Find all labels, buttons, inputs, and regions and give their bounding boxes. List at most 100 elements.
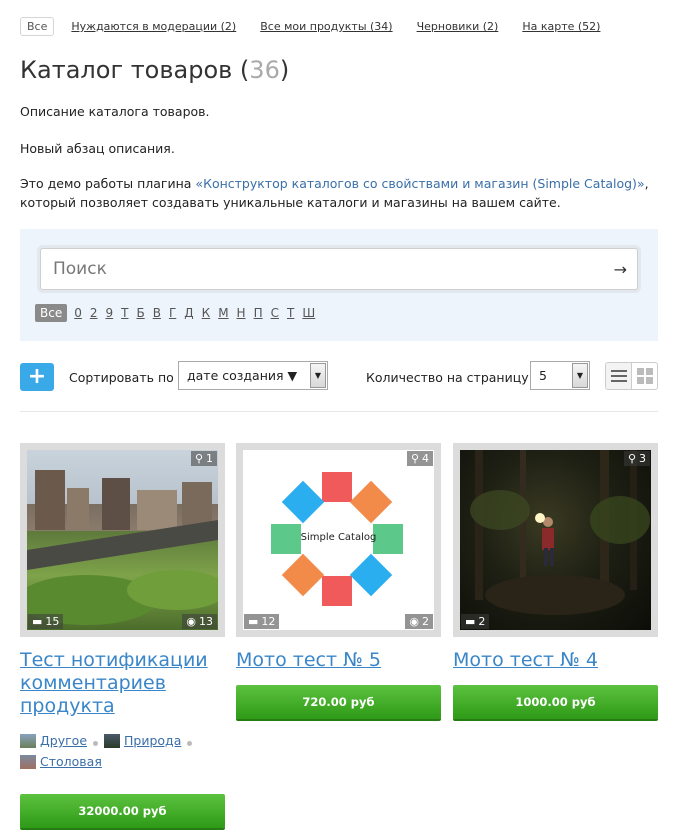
per-page-select[interactable]: 5 ▼ [530,361,590,390]
product-image-frame[interactable]: Simple Catalog ⚲ 4 ▬ 12 ◉ 2 [236,443,441,637]
map-pin-icon: ⚲ [627,452,636,465]
catalog-toolbar: + Сортировать по дате создания ▼ ▼ Колич… [20,361,658,393]
product-image[interactable]: ⚲ 3 ▬ 2 [460,450,651,630]
comments-badge: ▬ 15 [28,614,64,629]
description-line-1: Описание каталога товаров. [20,104,210,119]
map-count: 1 [206,452,213,465]
letter-item[interactable]: Ш [302,306,315,320]
product-card: ⚲ 3 ▬ 2 Мото тест № 4 1000.00 руб [453,443,658,719]
letter-item[interactable]: 9 [106,306,114,320]
eye-icon: ◉ [409,615,419,628]
add-product-button[interactable]: + [20,363,54,391]
comments-count: 12 [261,615,276,628]
product-image[interactable]: ⚲ 1 ▬ 15 ◉ 13 [27,450,218,630]
chevron-down-icon[interactable]: ▼ [572,363,588,388]
separator-dot [187,741,193,746]
category-item: Другое [20,732,87,750]
product-title-link[interactable]: Мото тест № 5 [236,649,441,672]
comments-count: 15 [45,615,60,628]
map-pin-icon: ⚲ [410,452,419,465]
per-page-value: 5 [539,368,547,383]
category-link[interactable]: Природа [124,732,181,750]
page-title-text: Каталог товаров [20,56,233,84]
letter-item[interactable]: 2 [90,306,98,320]
views-count: 2 [422,615,429,628]
page-title: Каталог товаров (36) [20,56,289,84]
letter-item[interactable]: П [254,306,263,320]
price-button[interactable]: 1000.00 руб [453,685,658,719]
views-count: 13 [199,615,213,628]
search-panel: Поиск → Все 0 2 9 Т Б В Г Д К М Н П С Т … [20,229,658,341]
sort-value: дате создания ▼ [187,368,298,383]
title-count-open: ( [239,56,250,84]
list-view-icon[interactable] [606,363,632,389]
map-count-badge: ⚲ 1 [190,451,217,466]
per-page-label: Количество на страницу [366,370,529,385]
product-image-frame[interactable]: ⚲ 1 ▬ 15 ◉ 13 [20,443,225,637]
product-categories: Другое Природа Столовая [20,732,225,774]
eye-icon: ◉ [186,615,196,628]
description-line-3: Это демо работы плагина «Конструктор кат… [20,174,660,212]
chevron-down-icon[interactable]: ▼ [310,363,326,388]
view-toggle [605,362,658,390]
filter-all[interactable]: Все [20,17,55,36]
comment-icon: ▬ [248,615,259,628]
grid-view-icon[interactable] [632,363,657,389]
logo-text: Simple Catalog [300,532,377,543]
divider [20,411,658,412]
product-card: ⚲ 1 ▬ 15 ◉ 13 Тест нотификации комментариев… [20,443,225,828]
filter-my-products[interactable]: Все мои продукты (34) [260,20,392,33]
category-thumbnail [104,734,121,748]
comment-icon: ▬ [32,615,43,628]
letter-item[interactable]: В [153,306,161,320]
alphabet-filter: Все 0 2 9 Т Б В Г Д К М Н П С Т Ш [35,304,323,322]
separator-dot [93,741,99,746]
search-placeholder: Поиск [53,259,107,279]
map-pin-icon: ⚲ [194,452,203,465]
filter-bar: Все Нуждаются в модерации (2) Все мои пр… [20,17,670,36]
letter-item[interactable]: М [218,306,228,320]
map-count: 3 [639,452,646,465]
category-link[interactable]: Столовая [40,753,102,771]
product-image[interactable]: Simple Catalog ⚲ 4 ▬ 12 ◉ 2 [243,450,434,630]
letter-item[interactable]: Б [136,306,144,320]
price-button[interactable]: 720.00 руб [236,685,441,719]
desc3-line2: который позволяет создавать уникальные к… [20,195,561,210]
sort-select[interactable]: дате создания ▼ ▼ [178,361,328,390]
map-count-badge: ⚲ 4 [406,451,433,466]
filter-drafts[interactable]: Черновики (2) [417,20,499,33]
desc3-suffix: , [644,176,649,191]
title-count-close: ) [279,56,290,84]
search-input[interactable]: Поиск → [40,248,638,290]
letter-item[interactable]: Г [169,306,176,320]
map-count-badge: ⚲ 3 [623,451,650,466]
comments-badge: ▬ 2 [461,614,490,629]
views-badge: ◉ 13 [182,614,217,629]
comments-count: 2 [478,615,486,628]
category-item: Природа [104,732,181,750]
product-title-link[interactable]: Тест нотификации комментариев продукта [20,649,225,718]
product-title-link[interactable]: Мото тест № 4 [453,649,658,672]
views-badge: ◉ 2 [405,614,433,629]
category-thumbnail [20,734,36,748]
letter-item[interactable]: Т [287,306,294,320]
letter-item[interactable]: 0 [74,306,82,320]
letter-item[interactable]: Д [184,306,193,320]
letter-item[interactable]: Т [121,306,128,320]
product-image-frame[interactable]: ⚲ 3 ▬ 2 [453,443,658,637]
map-count: 4 [422,452,429,465]
product-card: Simple Catalog ⚲ 4 ▬ 12 ◉ 2 Мото тест № 5 7… [236,443,441,719]
comments-badge: ▬ 12 [244,614,280,629]
description-line-2: Новый абзац описания. [20,141,175,156]
plugin-link[interactable]: «Конструктор каталогов со свойствами и м… [195,176,644,191]
letter-item[interactable]: С [271,306,279,320]
filter-moderation[interactable]: Нуждаются в модерации (2) [71,20,236,33]
price-button[interactable]: 32000.00 руб [20,794,225,828]
letter-all[interactable]: Все [35,304,68,322]
category-thumbnail [20,755,36,769]
search-submit-icon[interactable]: → [614,260,627,279]
letter-item[interactable]: К [202,306,211,320]
letter-item[interactable]: Н [237,306,246,320]
category-link[interactable]: Другое [40,732,87,750]
filter-on-map[interactable]: На карте (52) [522,20,600,33]
